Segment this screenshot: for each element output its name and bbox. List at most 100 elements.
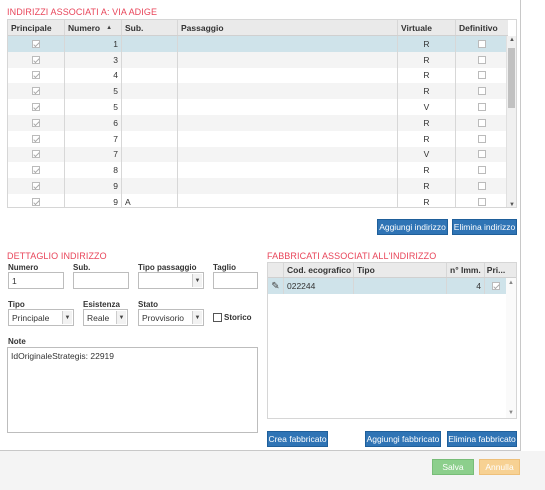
table-row[interactable]: 5V — [8, 99, 508, 115]
table-row[interactable]: 5R — [8, 83, 508, 100]
cell-principale — [8, 114, 65, 131]
cell-passaggio — [178, 67, 398, 84]
cell-sub — [122, 99, 178, 115]
col-tipo[interactable]: Tipo — [354, 263, 447, 277]
esistenza-select[interactable]: Reale ▼ — [83, 309, 128, 326]
addresses-scrollbar[interactable]: ▲ ▼ — [506, 36, 516, 207]
table-row[interactable]: 7R — [8, 130, 508, 147]
scroll-down-icon[interactable]: ▼ — [508, 202, 516, 207]
stato-label: Stato — [138, 300, 158, 309]
cell-sub — [122, 146, 178, 163]
principale-checkbox[interactable] — [32, 103, 40, 112]
numero-input[interactable]: 1 — [8, 272, 64, 289]
tipo-passaggio-select[interactable]: ▼ — [138, 272, 204, 289]
principale-checkbox[interactable] — [32, 197, 40, 206]
cell-virtuale: R — [398, 36, 456, 52]
note-textarea[interactable]: IdOriginaleStrategis: 22919 — [7, 347, 258, 433]
definitivo-checkbox[interactable] — [478, 134, 486, 143]
delete-building-button[interactable]: Elimina fabbricato — [447, 431, 517, 447]
save-button[interactable]: Salva — [432, 459, 474, 475]
definitivo-checkbox[interactable] — [478, 182, 486, 191]
buildings-table: Cod. ecografico Tipo n° Imm. Pri... ✎ 022… — [267, 262, 517, 419]
principale-checkbox[interactable] — [32, 166, 40, 175]
definitivo-checkbox[interactable] — [478, 166, 486, 175]
chevron-down-icon: ▼ — [192, 311, 202, 324]
create-building-button[interactable]: Crea fabbricato — [267, 431, 328, 447]
tipo-select[interactable]: Principale ▼ — [8, 309, 74, 326]
principale-checkbox[interactable] — [32, 87, 40, 96]
definitivo-checkbox[interactable] — [478, 118, 486, 127]
tipo-label: Tipo — [8, 300, 25, 309]
definitivo-checkbox[interactable] — [478, 71, 486, 80]
cell-passaggio — [178, 114, 398, 131]
col-passaggio[interactable]: Passaggio — [178, 20, 398, 35]
cell-sub — [122, 67, 178, 84]
table-row[interactable]: 3R — [8, 51, 508, 68]
delete-address-button[interactable]: Elimina indirizzo — [452, 219, 517, 235]
cell-definitivo — [456, 115, 508, 131]
principale-checkbox[interactable] — [32, 182, 40, 191]
principale-checkbox[interactable] — [32, 118, 40, 127]
cell-sub — [122, 162, 178, 179]
detail-section-title: DETTAGLIO INDIRIZZO — [7, 251, 107, 261]
principale-checkbox[interactable] — [32, 150, 40, 159]
definitivo-checkbox[interactable] — [478, 39, 486, 48]
table-row[interactable]: 4R — [8, 67, 508, 84]
cell-principale — [8, 178, 65, 194]
table-row[interactable]: 9A R — [8, 193, 508, 207]
stato-select[interactable]: Provvisorio ▼ — [138, 309, 204, 326]
definitivo-checkbox[interactable] — [478, 103, 486, 112]
cell-virtuale: R — [398, 67, 456, 84]
storico-checkbox[interactable]: Storico — [213, 313, 252, 322]
col-pri[interactable]: Pri... — [485, 263, 507, 277]
cell-principale — [8, 193, 65, 207]
add-building-button[interactable]: Aggiungi fabbricato — [365, 431, 441, 447]
col-n-imm[interactable]: n° Imm. — [447, 263, 485, 277]
scroll-up-icon[interactable]: ▲ — [508, 280, 514, 286]
taglio-input[interactable] — [213, 272, 258, 289]
principale-checkbox[interactable] — [32, 71, 40, 80]
sub-input[interactable] — [73, 272, 129, 289]
pri-checkbox[interactable] — [492, 282, 500, 290]
col-numero[interactable]: Numero ▲ — [65, 20, 122, 35]
definitivo-checkbox[interactable] — [478, 197, 486, 206]
cell-sub — [122, 178, 178, 194]
cell-virtuale: V — [398, 99, 456, 115]
scroll-up-icon[interactable]: ▲ — [508, 37, 516, 43]
table-row[interactable]: ✎ 022244 4 — [268, 278, 516, 294]
buildings-scrollbar[interactable]: ▲ ▼ — [506, 278, 516, 418]
principale-checkbox[interactable] — [32, 39, 40, 48]
col-definitivo[interactable]: Definitivo — [456, 20, 508, 35]
col-virtuale[interactable]: Virtuale — [398, 20, 456, 35]
table-row[interactable]: 8R — [8, 162, 508, 179]
definitivo-checkbox[interactable] — [478, 55, 486, 64]
cell-sub — [122, 36, 178, 52]
table-row[interactable]: 9R — [8, 178, 508, 194]
definitivo-checkbox[interactable] — [478, 87, 486, 96]
principale-checkbox[interactable] — [32, 134, 40, 143]
chevron-down-icon: ▼ — [116, 311, 126, 324]
cell-numero: 9 — [65, 178, 122, 194]
cell-pri — [485, 278, 507, 294]
definitivo-checkbox[interactable] — [478, 150, 486, 159]
cell-definitivo — [456, 131, 508, 147]
col-cod-ecografico[interactable]: Cod. ecografico — [284, 263, 354, 277]
table-row[interactable]: 7V — [8, 146, 508, 163]
cell-numero: 6 — [65, 114, 122, 131]
add-address-button[interactable]: Aggiungi indirizzo — [377, 219, 448, 235]
cell-definitivo — [456, 52, 508, 68]
storico-checkbox-box[interactable] — [213, 313, 222, 322]
table-row[interactable]: 6R — [8, 114, 508, 131]
cell-tipo — [354, 278, 447, 294]
cell-virtuale: R — [398, 114, 456, 131]
pencil-icon[interactable]: ✎ — [271, 281, 279, 292]
scrollbar-thumb[interactable] — [508, 48, 515, 108]
col-sub[interactable]: Sub. — [122, 20, 178, 35]
cancel-button[interactable]: Annulla — [479, 459, 520, 475]
cell-virtuale: R — [398, 83, 456, 100]
col-principale[interactable]: Principale — [8, 20, 65, 35]
cell-definitivo — [456, 99, 508, 115]
scroll-down-icon[interactable]: ▼ — [508, 410, 514, 416]
principale-checkbox[interactable] — [32, 55, 40, 64]
table-row[interactable]: 1R — [8, 36, 508, 52]
